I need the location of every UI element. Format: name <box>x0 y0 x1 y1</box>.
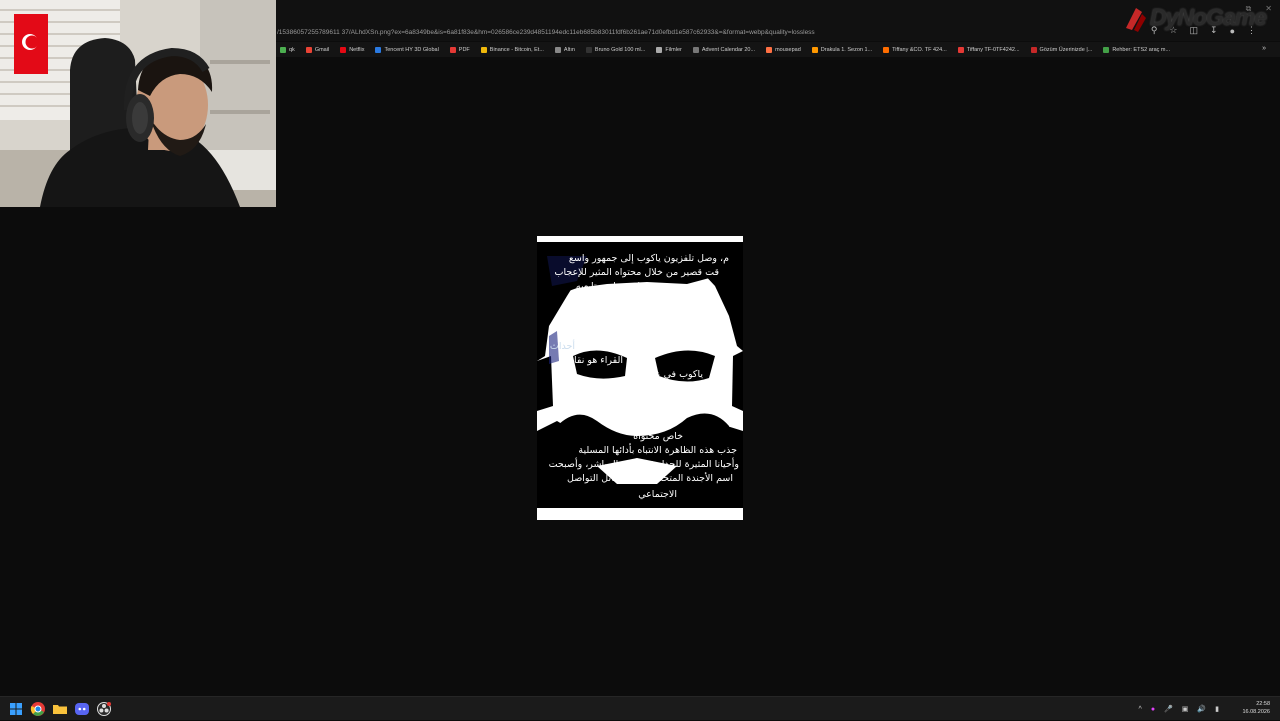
bookmark-favicon-icon <box>340 46 347 53</box>
image-text-line: جذب هذه الظاهرة الانتباه بأدائها المسلية <box>578 445 737 456</box>
image-text-line: ياكوب في على وسا <box>625 369 703 380</box>
bookmark-label: mousepad <box>775 46 801 53</box>
bookmark-item[interactable]: Tiffany &CO. TF 424... <box>883 46 947 53</box>
bookmark-favicon-icon <box>656 46 663 53</box>
bookmark-label: qk <box>289 46 295 53</box>
bookmark-item[interactable]: qk <box>280 46 295 53</box>
bookmark-favicon-icon <box>1103 46 1110 53</box>
bookmark-favicon-icon <box>554 46 561 53</box>
bookmark-favicon-icon <box>883 46 890 53</box>
image-text-line: م، وصل تلفزيون ياكوب إلى جمهور واسع <box>568 253 729 264</box>
windows-start-icon[interactable] <box>8 701 24 717</box>
app-tray-icon[interactable]: ● <box>1151 706 1155 713</box>
image-text-line: القراء هو نقا <box>574 355 623 366</box>
bookmark-label: Tiffany TF-0TF4242... <box>966 46 1020 53</box>
bookmark-favicon-icon <box>480 46 487 53</box>
bookmark-item[interactable]: Binance - Bitcoin, Et... <box>480 46 544 53</box>
bookmark-favicon-icon <box>811 46 818 53</box>
bookmark-label: Altın <box>563 46 575 53</box>
bookmark-item[interactable]: Drakula 1. Sezon 1... <box>811 46 873 53</box>
taskbar: ^ ● 🎤 ▣ 🔊 ▮ 22:58 16.08.2026 <box>0 696 1280 720</box>
webcam-scene <box>0 0 276 207</box>
image-text-line: اسم الأجندة المتحدث على وسائل التواصل <box>567 473 733 484</box>
bookmark-item[interactable]: Gözüm Üzerinizde |... <box>1030 46 1093 53</box>
bookmark-label: Rehber: ETS2 araç m... <box>1112 46 1171 53</box>
bookmark-label: Tiffany &CO. TF 424... <box>892 46 947 53</box>
bookmark-label: PDF <box>458 46 470 53</box>
chrome-icon[interactable] <box>30 701 46 717</box>
bookmarks-more-button[interactable]: » <box>1262 45 1266 52</box>
viewed-image[interactable]: م، وصل تلفزيون ياكوب إلى جمهور واسع قت ق… <box>537 236 743 520</box>
image-text-line: قت قصير من خلال محتواه المثير للإعجاب <box>554 267 719 278</box>
bookmark-item[interactable]: PDF <box>449 46 470 53</box>
microphone-icon[interactable]: 🎤 <box>1164 705 1173 713</box>
bookmark-favicon-icon <box>957 46 964 53</box>
bookmark-label: Netflix <box>349 46 365 53</box>
webcam-overlay <box>0 0 276 207</box>
bookmark-label: Gözüm Üzerinizde |... <box>1039 46 1093 53</box>
bookmark-label: Bruno Gold 100 ml... <box>594 46 646 53</box>
battery-icon[interactable]: ▮ <box>1215 705 1219 713</box>
bookmark-item[interactable]: Filmler <box>656 46 682 53</box>
bookmark-favicon-icon <box>375 46 382 53</box>
bookmark-label: Binance - Bitcoin, Et... <box>489 46 544 53</box>
bookmark-label: Filmler <box>665 46 682 53</box>
bookmark-item[interactable]: Rehber: ETS2 araç m... <box>1103 46 1171 53</box>
bookmark-favicon-icon <box>1030 46 1037 53</box>
bookmark-favicon-icon <box>305 46 312 53</box>
volume-icon[interactable]: 🔊 <box>1197 705 1206 713</box>
image-text-line: أحداث <box>549 341 575 352</box>
clock-date: 16.08.2026 <box>1242 709 1270 715</box>
logo-icon <box>1126 8 1146 32</box>
bookmark-item[interactable]: Tiffany TF-0TF4242... <box>957 46 1020 53</box>
image-text-line: خاص محتواه <box>633 431 683 442</box>
bookmark-item[interactable]: Gmail <box>305 46 330 53</box>
bookmark-favicon-icon <box>766 46 773 53</box>
logo-text: DyNoGame <box>1150 4 1267 30</box>
taskbar-clock[interactable]: 22:58 16.08.2026 <box>1242 700 1270 716</box>
bookmark-item[interactable]: Bruno Gold 100 ml... <box>585 46 646 53</box>
bookmark-item[interactable]: Netflix <box>340 46 365 53</box>
discord-icon[interactable] <box>74 701 90 717</box>
image-text-line: الاجتماعي <box>638 489 677 500</box>
url-text[interactable]: /15386057255789611 37/ALhdXSn.png?ex=6a8… <box>276 29 1146 36</box>
bookmarks-bar: qk Gmail Netflix Tencent HY 3D Global PDF Bin… <box>276 42 1280 57</box>
bookmark-item[interactable]: Advent Calendar 20... <box>692 46 756 53</box>
bookmark-label: Gmail <box>314 46 330 53</box>
image-text-line: تذهل. يسلي متابعيه <box>575 281 653 292</box>
bookmark-favicon-icon <box>585 46 592 53</box>
file-explorer-icon[interactable] <box>52 701 68 717</box>
obs-icon[interactable] <box>96 701 112 717</box>
bookmark-favicon-icon <box>692 46 699 53</box>
clock-time: 22:58 <box>1256 701 1270 707</box>
bookmark-label: Drakula 1. Sezon 1... <box>820 46 873 53</box>
bookmark-label: Tencent HY 3D Global <box>384 46 439 53</box>
bookmark-item[interactable]: mousepad <box>766 46 801 53</box>
channel-logo: DyNoGame <box>1122 2 1280 32</box>
system-tray: ^ ● 🎤 ▣ 🔊 ▮ <box>1139 697 1228 721</box>
bookmark-label: Advent Calendar 20... <box>701 46 756 53</box>
bookmark-favicon-icon <box>449 46 456 53</box>
image-text-line: وأحيانا المثيرة للجدل في البث المباشر، و… <box>548 459 739 470</box>
bookmark-item[interactable]: Tencent HY 3D Global <box>375 46 439 53</box>
bookmark-favicon-icon <box>280 46 286 53</box>
network-icon[interactable]: ▣ <box>1182 705 1189 713</box>
tray-chevron-icon[interactable]: ^ <box>1139 706 1142 713</box>
bookmark-item[interactable]: Altın <box>554 46 575 53</box>
